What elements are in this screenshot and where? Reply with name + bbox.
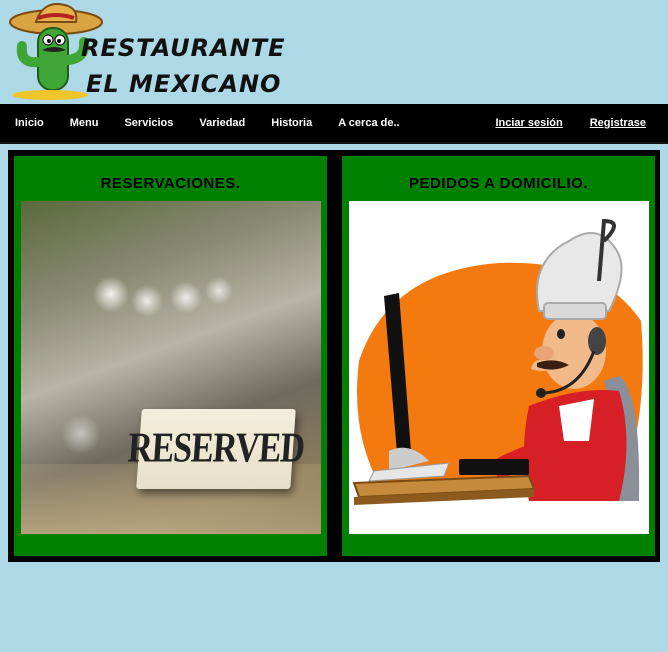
content-frame: RESERVACIONES. RESERVED PEDIDOS A DOMICI… bbox=[8, 150, 660, 562]
nav-link-servicios[interactable]: Servicios bbox=[124, 117, 173, 129]
reserved-sign-text: RESERVED bbox=[126, 425, 306, 472]
login-link[interactable]: Inciar sesión bbox=[495, 117, 562, 129]
reservations-title: RESERVACIONES. bbox=[100, 175, 241, 192]
nav-link-menu[interactable]: Menu bbox=[70, 117, 99, 129]
chef-illustration bbox=[349, 201, 649, 534]
chef-at-computer-icon bbox=[352, 218, 643, 505]
nav-link-inicio[interactable]: Inicio bbox=[15, 117, 44, 129]
brand-title-line2: EL MEXICANO bbox=[86, 70, 282, 98]
nav-link-historia[interactable]: Historia bbox=[271, 117, 312, 129]
header: RESTAURANTE EL MEXICANO bbox=[0, 0, 668, 104]
page: RESTAURANTE EL MEXICANO Inicio Menu Serv… bbox=[0, 0, 668, 652]
reserved-sign-image[interactable]: RESERVED bbox=[21, 201, 321, 534]
nav-link-acerca-de[interactable]: A cerca de.. bbox=[338, 117, 399, 129]
nav-link-variedad[interactable]: Variedad bbox=[199, 117, 245, 129]
home-delivery-title: PEDIDOS A DOMICILIO. bbox=[409, 175, 588, 192]
reservations-card[interactable]: RESERVACIONES. RESERVED bbox=[14, 156, 327, 556]
reserved-photo-background: RESERVED bbox=[21, 201, 321, 534]
chef-computer-image[interactable] bbox=[349, 201, 649, 534]
reserved-sign: RESERVED bbox=[126, 409, 306, 489]
auth-links: Inciar sesión Registrase bbox=[495, 104, 646, 142]
main-navigation: Inicio Menu Servicios Variedad Historia … bbox=[0, 104, 668, 144]
nav-menu: Inicio Menu Servicios Variedad Historia … bbox=[15, 104, 426, 142]
home-delivery-card[interactable]: PEDIDOS A DOMICILIO. bbox=[342, 156, 655, 556]
brand-title-line1: RESTAURANTE bbox=[81, 34, 286, 62]
restaurant-logo[interactable]: RESTAURANTE EL MEXICANO bbox=[8, 2, 285, 102]
register-link[interactable]: Registrase bbox=[590, 117, 646, 129]
